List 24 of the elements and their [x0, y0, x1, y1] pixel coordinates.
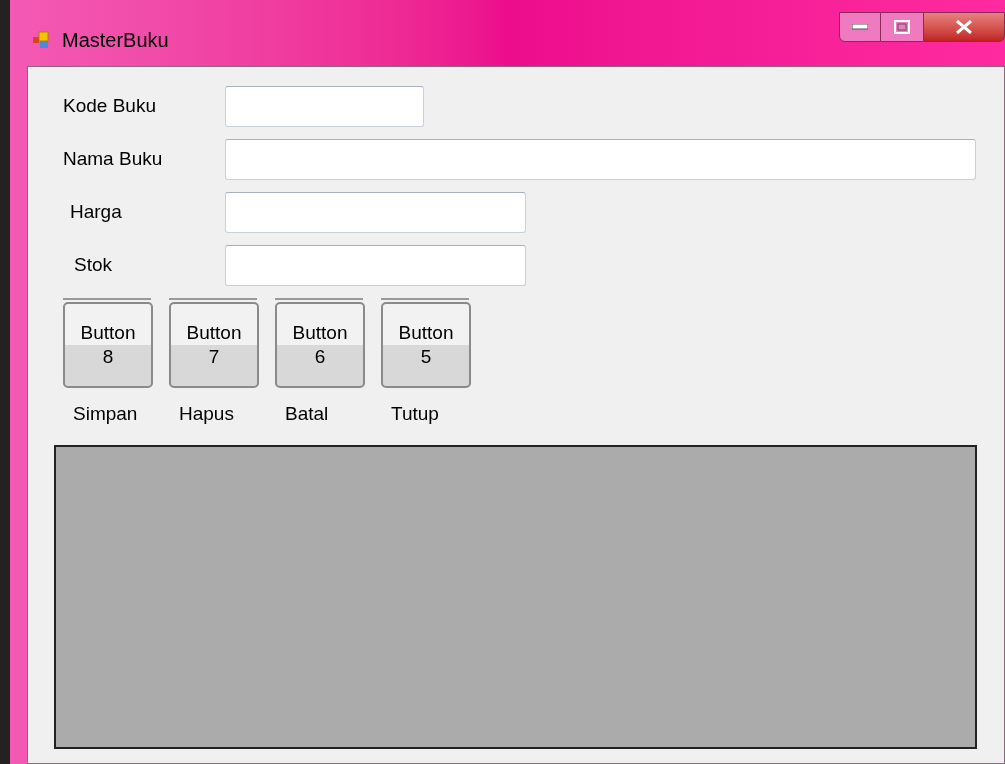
maximize-icon	[894, 20, 910, 34]
form-button[interactable]: Button 8	[63, 302, 153, 388]
button-caption: Simpan	[72, 402, 138, 426]
window-title: MasterBuku	[62, 28, 169, 53]
maximize-button[interactable]	[881, 12, 923, 42]
form-button[interactable]: Button 7	[169, 302, 259, 388]
text-field[interactable]	[225, 245, 526, 286]
field-label: Nama Buku	[62, 147, 164, 172]
close-icon	[955, 20, 973, 34]
app-icon	[32, 31, 50, 49]
button-caption: Tutup	[390, 402, 439, 426]
field-label: Stok	[73, 253, 114, 278]
button-caption: Batal	[284, 402, 329, 426]
minimize-icon	[852, 24, 868, 30]
form-button[interactable]: Button 6	[275, 302, 365, 388]
form-button[interactable]: Button 5	[381, 302, 471, 388]
text-field[interactable]	[225, 139, 976, 180]
field-label: Kode Buku	[62, 94, 157, 119]
button-caption: Hapus	[178, 402, 234, 426]
close-button[interactable]	[923, 12, 1005, 42]
field-label: Harga	[69, 200, 123, 225]
minimize-button[interactable]	[839, 12, 881, 42]
text-field[interactable]	[225, 192, 526, 233]
text-field[interactable]	[225, 86, 424, 127]
